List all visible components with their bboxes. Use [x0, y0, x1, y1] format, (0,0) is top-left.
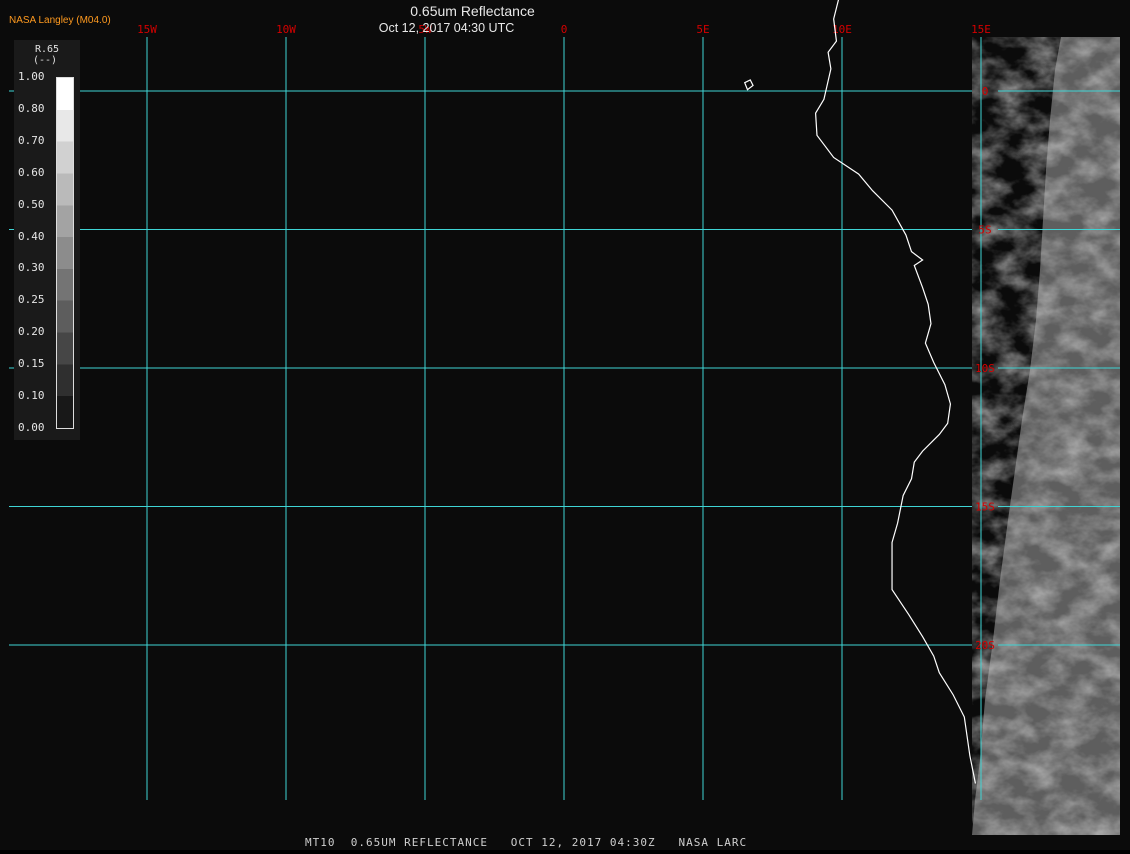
product-title: 0.65um Reflectance	[410, 3, 535, 19]
image-datetime: Oct 12, 2017 04:30 UTC	[378, 21, 515, 35]
map-canvas: 15W 10W 5W 0 5E 10E 15E05S10S15S20S	[9, 0, 1120, 835]
latitude-label: 10S	[975, 362, 995, 375]
legend-tick-label: 0.00	[18, 420, 45, 434]
legend-unit: (--)	[32, 55, 58, 66]
longitude-label: 15E	[971, 23, 991, 36]
legend-tick-label: 0.30	[18, 261, 45, 275]
legend-variable: R.65	[34, 44, 60, 55]
latitude-label: 0	[982, 85, 989, 98]
legend-tick-label: 0.40	[18, 229, 45, 243]
legend-tick-label: 0.50	[18, 197, 45, 211]
legend-tick-label: 0.20	[18, 325, 45, 339]
grayscale-bar	[56, 77, 74, 429]
latitude-label: 15S	[975, 501, 995, 514]
latitude-label: 5S	[978, 224, 991, 237]
legend-tick-label: 1.00	[18, 70, 45, 83]
legend-tick-label: 0.60	[18, 165, 45, 179]
island-outline	[743, 79, 754, 91]
legend-tick-label: 0.70	[18, 133, 45, 147]
satellite-map[interactable]: 15W 10W 5W 0 5E 10E 15E 0 5S 10S 15S 20S	[0, 0, 1130, 850]
cloud-field	[972, 37, 1120, 835]
legend-tick-label: 0.80	[18, 101, 45, 115]
coastline	[814, 0, 977, 784]
latitude-label: 20S	[975, 639, 995, 652]
color-scale-legend: R.65 (--) 1.00 0.80 0.70 0.60 0.50 0.40 0.30 0.…	[14, 40, 80, 440]
footer-caption: MT10 0.65UM REFLECTANCE OCT 12, 2017 04:…	[305, 836, 748, 849]
legend-tick-label: 0.10	[18, 389, 45, 402]
legend-tick-label: 0.15	[18, 357, 45, 371]
legend-tick-label: 0.25	[18, 293, 45, 307]
